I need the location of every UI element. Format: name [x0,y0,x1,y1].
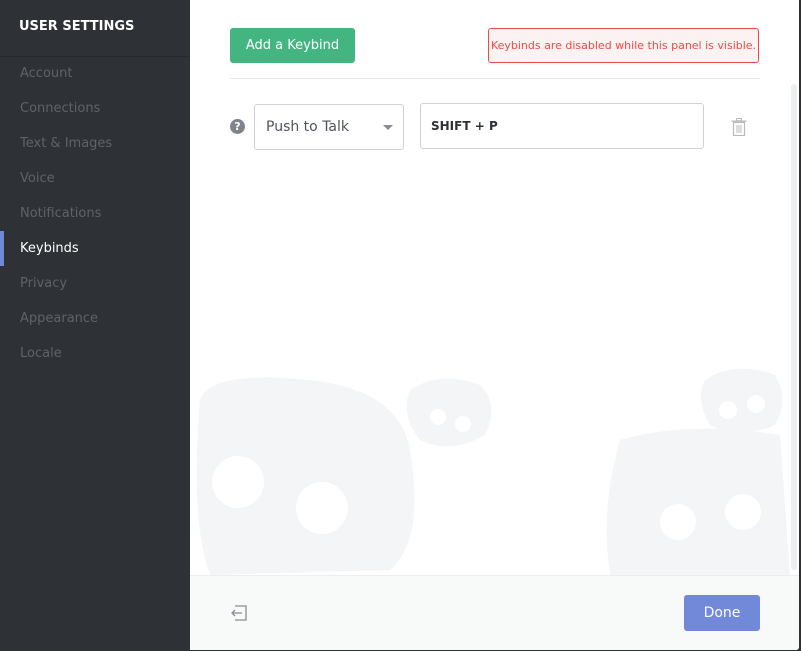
sidebar-item-text-images[interactable]: Text & Images [0,126,190,161]
exit-icon[interactable] [231,605,248,621]
sidebar-item-appearance[interactable]: Appearance [0,301,190,336]
keybind-action-value: Push to Talk [266,119,350,135]
trash-icon[interactable] [731,118,747,136]
sidebar-item-privacy[interactable]: Privacy [0,266,190,301]
sidebar-nav: Account Connections Text & Images Voice … [0,56,190,371]
done-button[interactable]: Done [684,595,760,631]
sidebar-item-account[interactable]: Account [0,56,190,91]
sidebar-item-voice[interactable]: Voice [0,161,190,196]
warning-banner: Keybinds are disabled while this panel i… [488,28,759,63]
help-icon[interactable]: ? [230,119,245,134]
keybind-action-select[interactable]: Push to Talk [254,104,404,150]
chevron-down-icon [383,125,393,130]
sidebar-item-locale[interactable]: Locale [0,336,190,371]
settings-panel: Add a Keybind Keybinds are disabled whil… [190,0,799,650]
add-keybind-button[interactable]: Add a Keybind [230,28,355,63]
sidebar: USER SETTINGS Account Connections Text &… [0,0,190,651]
background-mascot-art [196,368,790,575]
scrollbar[interactable] [791,84,797,570]
sidebar-item-keybinds[interactable]: Keybinds [0,231,190,266]
sidebar-item-connections[interactable]: Connections [0,91,190,126]
keybind-keys-input[interactable]: SHIFT + P [420,103,704,149]
sidebar-item-notifications[interactable]: Notifications [0,196,190,231]
header-divider [230,78,760,79]
sidebar-title: USER SETTINGS [19,19,135,34]
settings-footer: Done [190,575,799,650]
